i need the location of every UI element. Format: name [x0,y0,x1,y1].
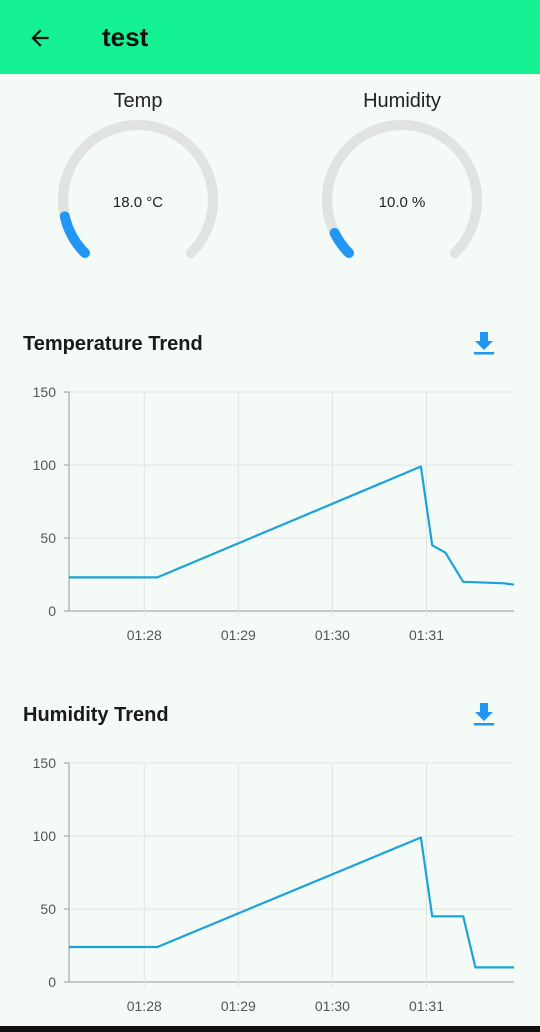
gauge-label: Temp [113,90,163,112]
y-tick-label: 150 [33,384,57,400]
back-button[interactable] [20,20,60,56]
y-tick-label: 0 [48,974,56,990]
humidity-trend-title: Humidity Trend [23,704,169,726]
x-tick-label: 01:31 [409,998,444,1014]
page-title: test [102,22,149,52]
temperature-chart: 0 50 100 150 01:28 01:29 01:30 01:31 [33,384,515,643]
x-tick-label: 01:28 [127,627,162,643]
x-tick-label: 01:30 [315,998,350,1014]
y-tick-label: 0 [48,603,56,619]
temp-gauge: Temp 18.0 °C [38,86,238,286]
series-line [69,836,514,969]
gauge-track [58,120,218,259]
temperature-download-button[interactable] [468,327,500,359]
x-tick-label: 01:28 [127,998,162,1014]
y-tick-label: 100 [33,828,57,844]
y-tick-label: 150 [33,755,57,771]
app-bar: test [0,0,540,74]
x-tick-label: 01:29 [221,998,256,1014]
system-nav-bar [0,1026,540,1032]
series-line [69,465,515,586]
gauge-track [322,120,482,259]
gauge-value: 18.0 °C [112,194,164,211]
gauge-fill [329,228,354,259]
y-tick-label: 50 [40,901,56,917]
y-tick-label: 100 [33,457,57,473]
download-icon [474,703,494,726]
gauge-value: 10.0 % [378,194,426,211]
gauge-fill [59,211,90,259]
humidity-chart: 0 50 100 150 01:28 01:29 01:30 01:31 [33,755,514,1014]
temperature-trend-title: Temperature Trend [23,333,203,355]
arrow-left-icon [31,29,49,47]
x-tick-label: 01:30 [315,627,350,643]
x-tick-label: 01:29 [221,627,256,643]
humidity-download-button[interactable] [468,698,500,730]
download-icon [474,332,494,355]
y-tick-label: 50 [40,530,56,546]
gauge-label: Humidity [363,90,441,112]
x-tick-label: 01:31 [409,627,444,643]
humidity-gauge: Humidity 10.0 % [302,86,502,286]
